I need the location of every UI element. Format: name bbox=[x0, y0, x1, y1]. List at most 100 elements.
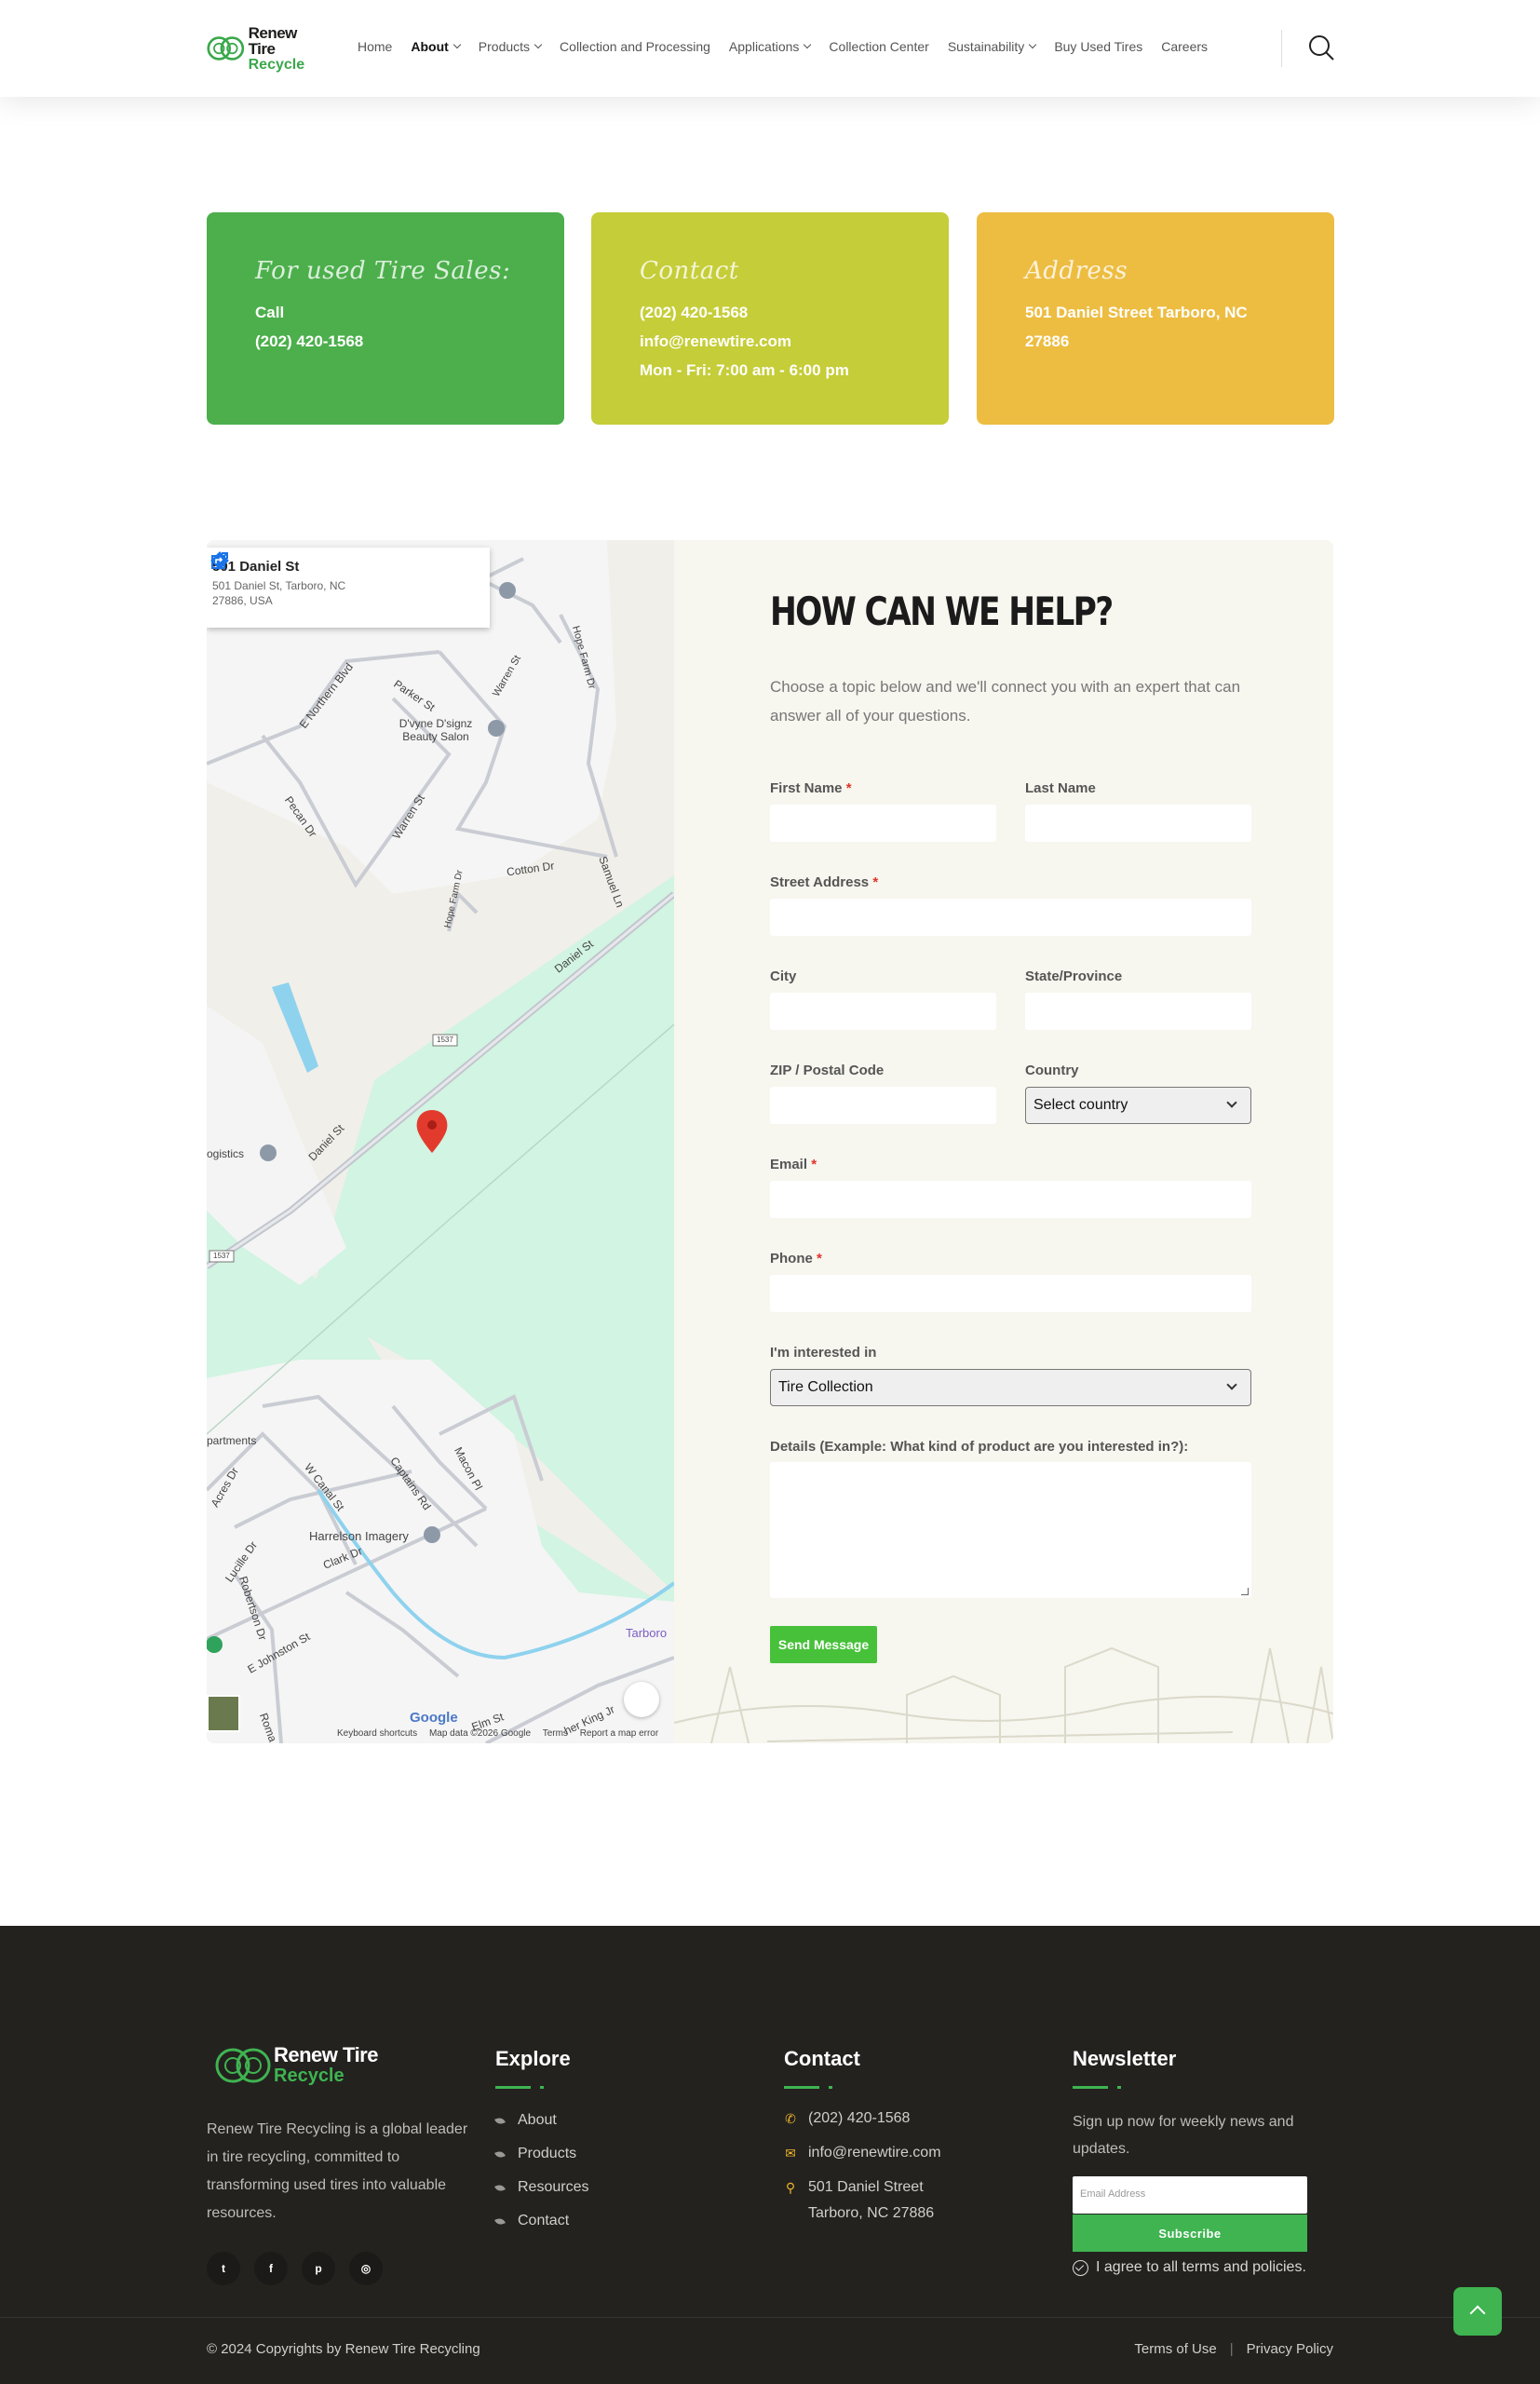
nav-item-careers[interactable]: Careers bbox=[1161, 39, 1208, 54]
street-address-field[interactable] bbox=[770, 899, 1251, 936]
nav-divider bbox=[1281, 30, 1282, 67]
subscribe-button[interactable]: Subscribe bbox=[1073, 2215, 1307, 2252]
city-field[interactable] bbox=[770, 993, 996, 1030]
card-contact: Contact (202) 420-1568 info@renewtire.co… bbox=[591, 212, 949, 425]
chevron-down-icon bbox=[453, 40, 462, 49]
card-title: Contact bbox=[640, 257, 739, 285]
map-place-title: 501 Daniel St bbox=[212, 559, 300, 575]
legal-links: Terms of Use | Privacy Policy bbox=[1134, 2341, 1333, 2357]
leaf-icon bbox=[494, 2216, 506, 2226]
card-phone[interactable]: (202) 420-1568 bbox=[640, 298, 900, 327]
nav-item-sustainability[interactable]: Sustainability bbox=[947, 39, 1037, 54]
state-field[interactable] bbox=[1025, 993, 1251, 1030]
keyboard-shortcuts-link[interactable]: Keyboard shortcuts bbox=[337, 1728, 417, 1739]
search-icon[interactable] bbox=[1307, 34, 1335, 61]
nav-label: Home bbox=[358, 39, 393, 54]
footer-link-contact[interactable]: Contact bbox=[494, 2213, 569, 2229]
chevron-down-icon bbox=[1226, 1097, 1237, 1108]
footer-about-text: Renew Tire Recycling is a global leader … bbox=[207, 2121, 468, 2221]
map-place-address: 501 Daniel St, Tarboro, NC 27886, USA bbox=[212, 579, 346, 607]
card-address-line1: 501 Daniel Street Tarboro, NC bbox=[1025, 304, 1248, 321]
instagram-icon[interactable]: ◎ bbox=[349, 2252, 383, 2285]
country-select[interactable]: Select country bbox=[1025, 1087, 1251, 1124]
copyright-text: © 2024 Copyrights by Renew Tire Recyclin… bbox=[207, 2341, 480, 2357]
social-links: t f p ◎ bbox=[207, 2252, 397, 2285]
nav-label: Products bbox=[478, 39, 531, 54]
send-message-button[interactable]: Send Message bbox=[770, 1626, 877, 1663]
facebook-icon[interactable]: f bbox=[254, 2252, 288, 2285]
newsletter-heading: Newsletter bbox=[1073, 2047, 1177, 2070]
footer-address: ⚲ 501 Daniel Street bbox=[785, 2179, 924, 2195]
twitter-icon[interactable]: t bbox=[207, 2252, 240, 2285]
directions-icon[interactable] bbox=[207, 548, 233, 574]
nav-item-collection-center[interactable]: Collection Center bbox=[829, 39, 928, 54]
last-name-label: Last Name bbox=[1025, 780, 1096, 796]
footer-email[interactable]: ✉ info@renewtire.com bbox=[784, 2145, 940, 2161]
first-name-field[interactable] bbox=[770, 805, 996, 842]
terms-of-use-link[interactable]: Terms of Use bbox=[1134, 2341, 1216, 2357]
country-label: Country bbox=[1025, 1063, 1079, 1078]
satellite-toggle[interactable] bbox=[207, 1695, 240, 1732]
nav-item-about[interactable]: About bbox=[411, 39, 462, 54]
card-phone[interactable]: (202) 420-1568 bbox=[255, 327, 516, 356]
heading-underline bbox=[784, 2086, 832, 2089]
last-name-field[interactable] bbox=[1025, 805, 1251, 842]
pinterest-icon[interactable]: p bbox=[302, 2252, 335, 2285]
nav-item-products[interactable]: Products bbox=[478, 39, 543, 54]
resize-handle[interactable] bbox=[1241, 1588, 1249, 1595]
nav-label: Sustainability bbox=[947, 39, 1025, 54]
nav-label: Buy Used Tires bbox=[1054, 39, 1143, 54]
phone-field[interactable] bbox=[770, 1275, 1251, 1312]
chevron-down-icon bbox=[804, 40, 812, 49]
footer-link-products[interactable]: Products bbox=[494, 2146, 576, 2162]
details-textarea[interactable] bbox=[770, 1462, 1251, 1598]
phone-label: Phone * bbox=[770, 1251, 822, 1266]
newsletter-email-input[interactable]: Email Address bbox=[1073, 2176, 1307, 2214]
main-nav: Home About Products Collection and Processi… bbox=[358, 39, 1226, 54]
contact-heading: Contact bbox=[784, 2047, 860, 2070]
terms-link[interactable]: Terms bbox=[543, 1728, 568, 1739]
mail-icon: ✉ bbox=[785, 2145, 796, 2160]
report-error-link[interactable]: Report a map error bbox=[580, 1728, 658, 1739]
fullscreen-icon[interactable] bbox=[624, 1682, 659, 1717]
leaf-icon bbox=[494, 2116, 506, 2125]
zip-field[interactable] bbox=[770, 1087, 996, 1124]
first-name-label: First Name * bbox=[770, 780, 852, 796]
card-title: For used Tire Sales: bbox=[255, 257, 511, 285]
card-hours: Mon - Fri: 7:00 am - 6:00 pm bbox=[640, 361, 849, 379]
footer-logo[interactable]: Renew Tire Recycle bbox=[214, 2045, 378, 2086]
scroll-to-top-button[interactable] bbox=[1453, 2287, 1502, 2336]
nav-item-buy-used-tires[interactable]: Buy Used Tires bbox=[1054, 39, 1142, 54]
terms-agree-checkbox[interactable]: I agree to all terms and policies. bbox=[1073, 2259, 1306, 2276]
map-poi-label: ogistics bbox=[207, 1147, 245, 1160]
logo-line2: Recycle bbox=[248, 56, 305, 73]
nav-item-applications[interactable]: Applications bbox=[728, 39, 812, 54]
privacy-policy-link[interactable]: Privacy Policy bbox=[1247, 2341, 1333, 2357]
tire-logo-icon bbox=[207, 36, 245, 61]
nav-item-home[interactable]: Home bbox=[358, 39, 392, 54]
nav-item-collection-and-processing[interactable]: Collection and Processing bbox=[560, 39, 710, 54]
footer-divider bbox=[0, 2317, 1540, 2318]
card-email[interactable]: info@renewtire.com bbox=[640, 327, 900, 356]
footer-phone[interactable]: ✆ (202) 420-1568 bbox=[784, 2110, 910, 2127]
embedded-map[interactable]: E Northern Blvd Parker St Warren St Hope… bbox=[207, 540, 674, 1743]
footer-logo-line2: Recycle bbox=[274, 2066, 344, 2086]
leaf-icon bbox=[494, 2149, 506, 2159]
tire-logo-icon bbox=[215, 2048, 271, 2083]
newsletter-text: Sign up now for weekly news and updates. bbox=[1073, 2114, 1294, 2157]
chevron-down-icon bbox=[1226, 1379, 1237, 1390]
map-place-label: Tarboro bbox=[626, 1626, 668, 1640]
interest-select[interactable]: Tire Collection bbox=[770, 1369, 1251, 1406]
footer-link-resources[interactable]: Resources bbox=[494, 2179, 588, 2196]
leaf-icon bbox=[494, 2183, 506, 2192]
email-field[interactable] bbox=[770, 1181, 1251, 1218]
site-logo[interactable]: Renew Tire Recycle bbox=[207, 25, 318, 73]
nav-label: Applications bbox=[728, 39, 800, 54]
google-logo: Google bbox=[410, 1710, 458, 1726]
route-shield-label: 1537 bbox=[437, 1036, 453, 1044]
map-place-card: 501 Daniel St 501 Daniel St, Tarboro, NC… bbox=[207, 548, 490, 628]
street-address-label: Street Address * bbox=[770, 874, 879, 890]
interest-label: I'm interested in bbox=[770, 1345, 877, 1361]
footer-link-about[interactable]: About bbox=[494, 2112, 557, 2129]
heading-underline bbox=[495, 2086, 544, 2089]
